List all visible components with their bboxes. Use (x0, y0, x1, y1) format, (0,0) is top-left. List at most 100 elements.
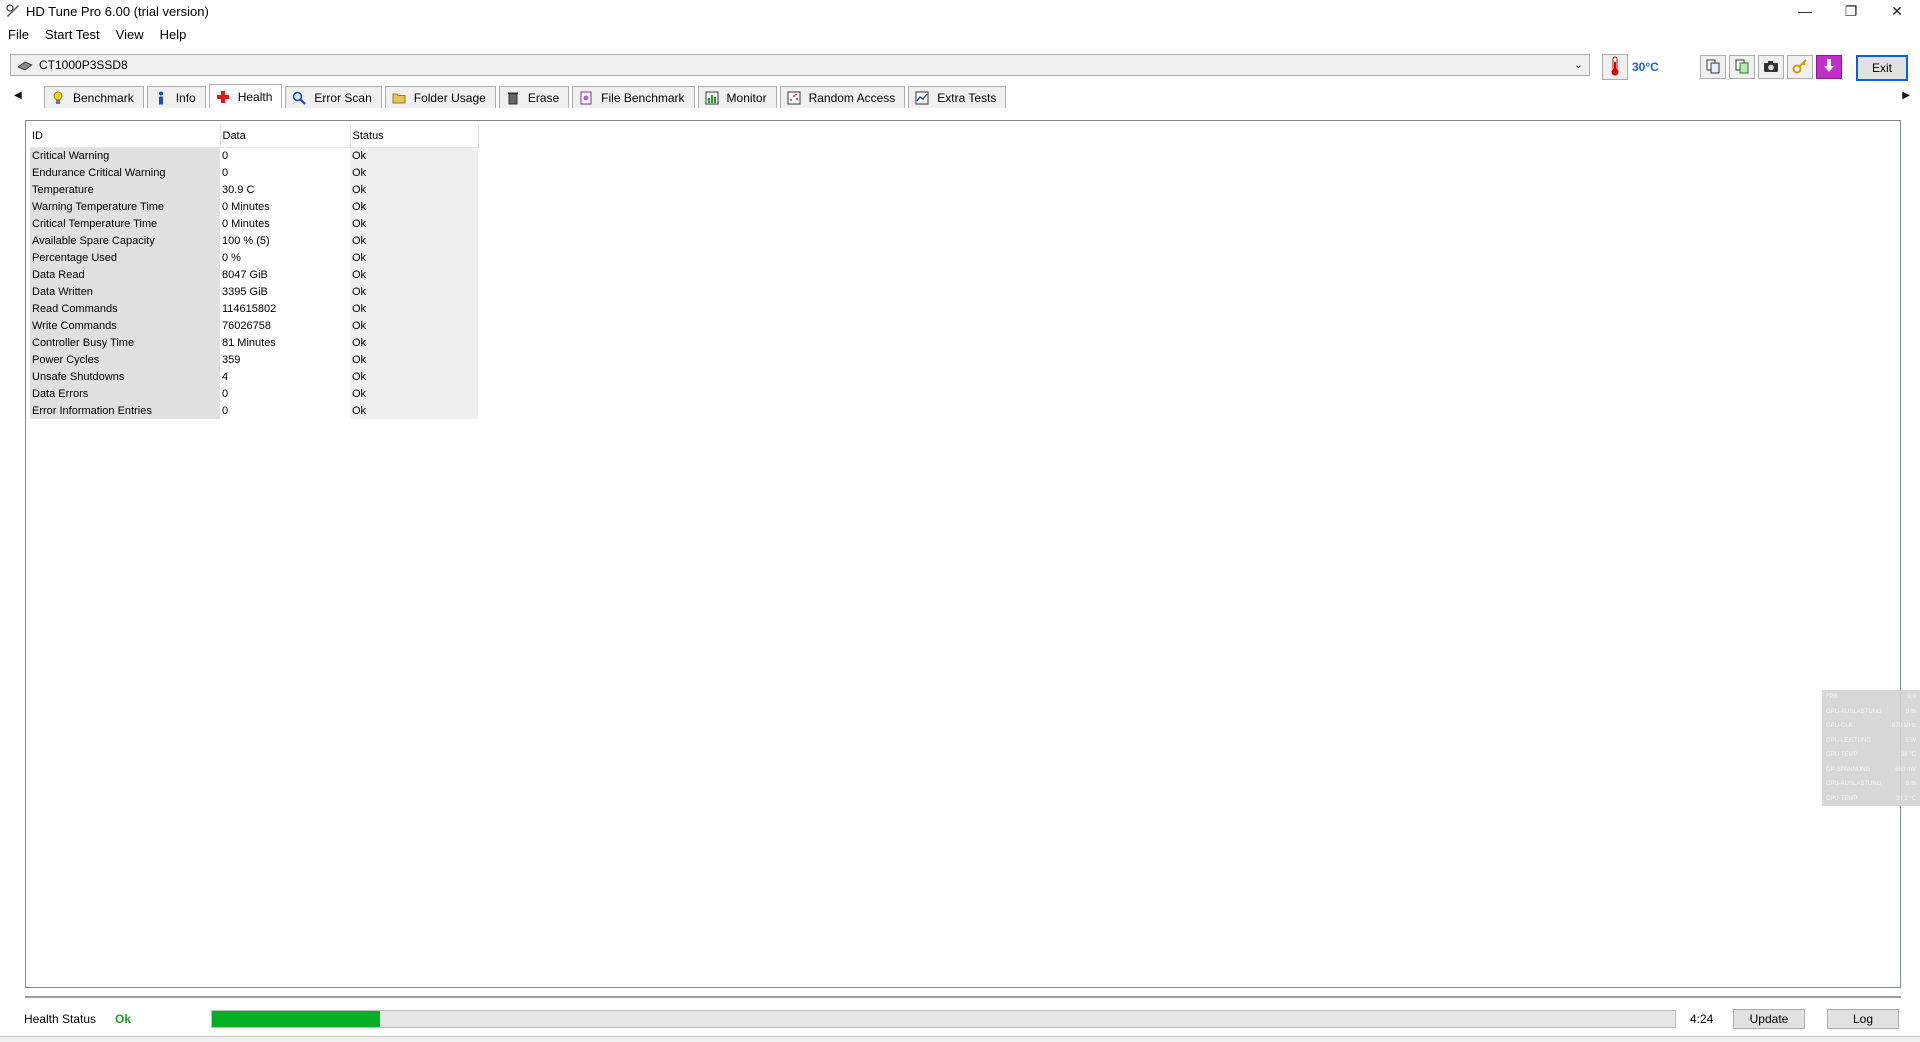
column-header-status[interactable]: Status (350, 125, 479, 148)
osd-label: GPU-CLK (1826, 723, 1853, 730)
update-countdown: 4:24 (1690, 1012, 1714, 1026)
row-status: Ok (350, 164, 478, 181)
osd-row: GPU-TEMP 38 °C (1822, 748, 1920, 763)
screenshot-button[interactable] (1758, 55, 1784, 79)
row-data: 0 (222, 166, 229, 179)
column-header-id[interactable]: ID (30, 125, 221, 148)
osd-row: CPU-TEMP 39,2 °C (1822, 792, 1920, 807)
tab-error-scan[interactable]: Error Scan (285, 86, 382, 108)
table-row[interactable]: Data Read 8047 GiB Ok (30, 266, 478, 283)
row-status: Ok (350, 232, 478, 249)
table-row[interactable]: Available Spare Capacity 100 % (5) Ok (30, 232, 478, 249)
menu-start-test[interactable]: Start Test (37, 27, 108, 42)
hdtune-app-icon (6, 4, 20, 18)
tab-health[interactable]: Health (208, 84, 283, 108)
download-arrow-icon (1822, 58, 1836, 77)
tab-info[interactable]: Info (146, 86, 206, 108)
drive-select[interactable]: CT1000P3SSD8 ⌄ (10, 54, 1590, 76)
camera-icon (1763, 59, 1779, 76)
row-status: Ok (350, 402, 478, 419)
menu-file[interactable]: File (0, 27, 37, 42)
osd-row: FPS 0,0 (1822, 690, 1920, 705)
column-header-data[interactable]: Data (220, 125, 351, 148)
tab-folder-usage[interactable]: Folder Usage (384, 86, 496, 108)
table-row[interactable]: Critical Temperature Time 0 Minutes Ok (30, 215, 478, 232)
osd-label: GPU-AUSLASTUNG (1826, 708, 1882, 715)
osd-label: FPS (1826, 694, 1838, 701)
row-status: Ok (350, 249, 478, 266)
table-row[interactable]: Read Commands 114615802 Ok (30, 300, 478, 317)
tab-file-benchmark[interactable]: File Benchmark (572, 86, 695, 108)
save-button[interactable] (1816, 55, 1842, 79)
random-access-icon (787, 91, 801, 105)
table-row[interactable]: Temperature 30.9 C Ok (30, 181, 478, 198)
thermometer-icon (1610, 56, 1620, 79)
tab-scroll-right-icon[interactable]: ▶ (1902, 90, 1910, 101)
close-button[interactable]: ✕ (1874, 0, 1920, 22)
table-row[interactable]: Data Written 3395 GiB Ok (30, 283, 478, 300)
table-row[interactable]: Write Commands 76026758 Ok (30, 317, 478, 334)
folder-icon (392, 91, 406, 105)
table-row[interactable]: Error Information Entries 0 Ok (30, 402, 478, 419)
osd-row: GPU-AUSLASTUNG 0 % (1822, 705, 1920, 720)
osd-label: CPU-AUSLASTUNG (1826, 781, 1882, 788)
row-status: Ok (350, 266, 478, 283)
table-row[interactable]: Percentage Used 0 % Ok (30, 249, 478, 266)
row-data: 76026758 (222, 319, 271, 332)
osd-label: GPU-LEISTUNG (1826, 737, 1872, 744)
tab-label: Health (237, 89, 273, 104)
row-id: Write Commands (30, 317, 220, 334)
tab-erase[interactable]: Erase (498, 86, 570, 108)
temperature-button[interactable] (1602, 54, 1628, 80)
monitor-icon (705, 91, 719, 105)
row-id: Percentage Used (30, 249, 220, 266)
copy-text-button[interactable] (1700, 55, 1726, 79)
table-header-row: ID Data Status (30, 125, 479, 148)
chevron-down-icon: ⌄ (1573, 59, 1583, 71)
window-title: HD Tune Pro 6.00 (trial version) (26, 3, 209, 19)
exit-button[interactable]: Exit (1856, 55, 1908, 81)
restore-button[interactable]: ❐ (1828, 0, 1874, 22)
table-row[interactable]: Endurance Critical Warning 0 Ok (30, 164, 478, 181)
copy-screenshot-button[interactable] (1729, 55, 1755, 79)
health-table: ID Data Status Critical Warning 0 Ok Endur… (30, 125, 479, 419)
log-button[interactable]: Log (1827, 1009, 1899, 1029)
update-button[interactable]: Update (1733, 1009, 1805, 1029)
health-progress-bar (211, 1010, 1676, 1028)
tab-extra-tests[interactable]: Extra Tests (908, 86, 1007, 108)
row-id: Critical Temperature Time (30, 215, 220, 232)
minimize-button[interactable]: — (1782, 0, 1828, 22)
drive-icon (17, 60, 33, 71)
table-row[interactable]: Critical Warning 0 Ok (30, 147, 478, 164)
tab-label: Folder Usage (413, 90, 486, 105)
row-data: 114615802 (222, 302, 277, 315)
table-row[interactable]: Data Errors 0 Ok (30, 385, 478, 402)
osd-label: GPU-TEMP (1826, 752, 1858, 759)
copy-image-icon (1734, 58, 1750, 77)
tab-monitor[interactable]: Monitor (697, 86, 777, 108)
row-status: Ok (350, 147, 478, 164)
row-id: Data Read (30, 266, 220, 283)
health-status-label: Health Status (24, 1012, 97, 1026)
menu-help[interactable]: Help (152, 27, 195, 42)
row-id: Warning Temperature Time (30, 198, 220, 215)
tab-random-access[interactable]: Random Access (779, 86, 906, 108)
row-data: 100 % (5) (222, 234, 270, 247)
row-status: Ok (350, 351, 478, 368)
extra-tests-icon (915, 91, 929, 105)
tab-label: Monitor (726, 90, 767, 105)
menu-view[interactable]: View (108, 27, 152, 42)
tab-label: File Benchmark (601, 90, 685, 105)
table-row[interactable]: Power Cycles 359 Ok (30, 351, 478, 368)
row-status: Ok (350, 368, 478, 385)
status-separator (25, 996, 1901, 998)
tab-benchmark[interactable]: Benchmark (44, 86, 144, 108)
options-button[interactable] (1787, 55, 1813, 79)
osd-row: CPU-AUSLASTUNG 6 % (1822, 777, 1920, 792)
magnifier-icon (292, 91, 307, 105)
table-row[interactable]: Warning Temperature Time 0 Minutes Ok (30, 198, 478, 215)
table-row[interactable]: Controller Busy Time 81 Minutes Ok (30, 334, 478, 351)
tab-scroll-left-icon[interactable]: ◀ (14, 90, 22, 101)
table-row[interactable]: Unsafe Shutdowns 4 Ok (30, 368, 478, 385)
osd-row: GPU-LEISTUNG 5 W (1822, 734, 1920, 749)
